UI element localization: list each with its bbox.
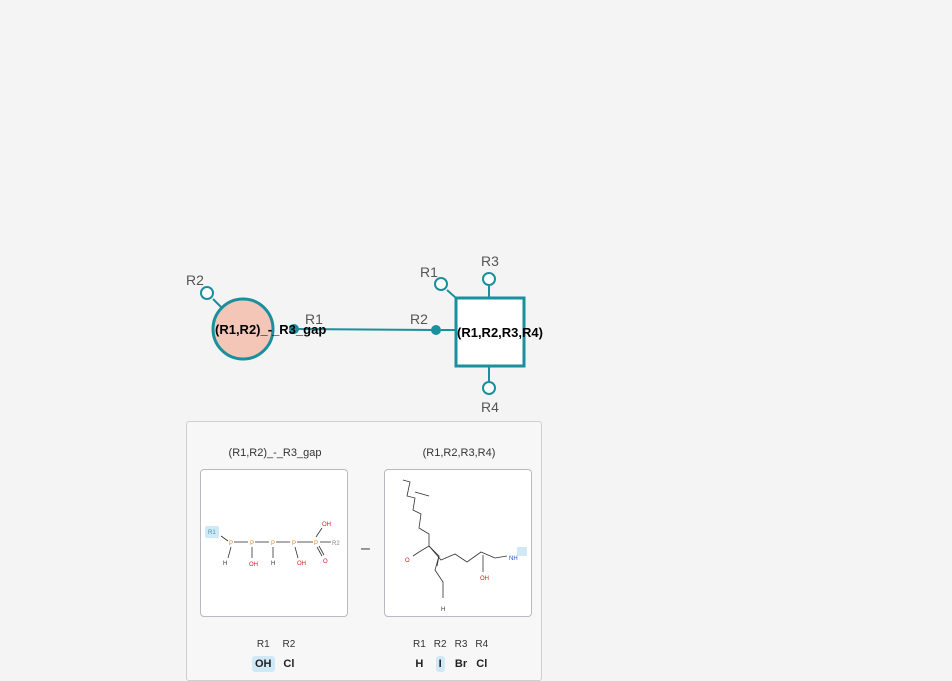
monomer-connector: –	[361, 540, 370, 557]
monomer-detail-panel: (R1,R2)_-_R3_gap (R1,R2,R3,R4) R1 P P P …	[186, 421, 542, 681]
monomer-b-molecule-drawing: O OH NH H	[402, 479, 527, 613]
rgroup-b-header-r4: R4	[475, 639, 489, 650]
node-square-r1r2r3r4[interactable]: R1 R3 R2 R4 (R1,R2,R3,R4)	[410, 253, 543, 415]
node-circle-r1r2-gap[interactable]: R2 R1 (R1,R2)_-_R3_gap	[186, 272, 326, 361]
atom-r1: R1	[208, 530, 216, 536]
atom-nh-b: NH	[509, 556, 518, 562]
monomer-b-title: (R1,R2,R3,R4)	[422, 447, 496, 459]
atom-p1: P	[229, 541, 233, 547]
atom-h1: H	[223, 561, 227, 567]
rgroup-a-header-r1: R1	[256, 639, 270, 650]
node-circle-label: (R1,R2)_-_R3_gap	[215, 322, 326, 337]
atom-oh2: OH	[297, 561, 306, 567]
port-r1-label-b: R1	[420, 264, 438, 280]
node-square-label: (R1,R2,R3,R4)	[457, 325, 543, 340]
atom-oh1: OH	[249, 562, 258, 568]
monomer-a-structure[interactable]: R1 P P P P P R2 H OH H OH OH O	[200, 469, 348, 617]
rgroup-a-value-r2[interactable]: Cl	[279, 656, 300, 672]
atom-p3: P	[271, 541, 275, 547]
rgroup-a-value-r1[interactable]: OH	[248, 656, 279, 672]
atom-h2: H	[271, 561, 275, 567]
monomer-b-structure[interactable]: O OH NH H	[384, 469, 532, 617]
port-r2-stem	[212, 298, 222, 308]
port-r4-handle[interactable]	[482, 381, 496, 395]
atom-r2: R2	[332, 541, 340, 547]
atom-p5: P	[314, 541, 318, 547]
port-r3-label: R3	[481, 253, 499, 269]
rgroup-b-header-r1: R1	[413, 639, 426, 650]
monomer-b-rgroup-table: R1 R2 R3 R4 H I Br Cl	[409, 639, 492, 672]
rgroup-b-value-r4[interactable]: Cl	[471, 656, 492, 672]
port-r2-handle[interactable]	[200, 286, 214, 300]
rgroup-a-header-r2: R2	[282, 639, 296, 650]
port-r2-label-b: R2	[410, 311, 428, 327]
rgroup-b-header-r3: R3	[454, 639, 468, 650]
atom-o: O	[323, 559, 328, 565]
atom-p2: P	[250, 541, 254, 547]
atom-p4: P	[292, 541, 296, 547]
port-r2-label: R2	[186, 272, 204, 288]
rgroup-b-value-r1[interactable]: H	[409, 656, 430, 672]
atom-h-b: H	[441, 607, 445, 613]
port-r3-handle[interactable]	[482, 272, 496, 286]
atom-oh3: OH	[322, 522, 331, 528]
rgroup-b-value-r2[interactable]: I	[430, 656, 451, 672]
monomer-a-rgroup-table: R1 R2 OH Cl	[248, 639, 299, 672]
monomer-a-molecule-drawing: R1 P P P P P R2 H OH H OH OH O	[205, 522, 340, 568]
port-r4-label: R4	[481, 399, 499, 415]
atom-o-b: O	[405, 558, 410, 564]
rgroup-b-header-r2: R2	[433, 639, 447, 650]
rgroup-b-value-r3[interactable]: Br	[451, 656, 472, 672]
atom-oh-b: OH	[480, 576, 489, 582]
monomer-a-title: (R1,R2)_-_R3_gap	[228, 447, 322, 459]
r-highlight-b	[517, 547, 527, 556]
port-r2-handle-b[interactable]	[431, 325, 441, 335]
